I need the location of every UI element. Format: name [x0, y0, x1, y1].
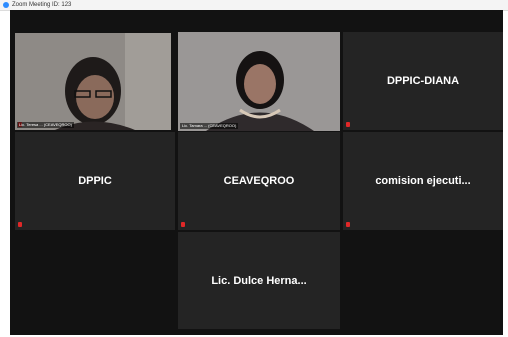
participant-tile-video[interactable]: Lic. Teresa ... (CEAVEQROO): [15, 33, 171, 130]
window-title: Zoom Meeting ID: 123: [12, 2, 72, 8]
participant-tile[interactable]: Lic. Dulce Herna...: [178, 232, 340, 329]
participant-name: DPPIC: [78, 175, 112, 187]
mic-muted-icon: [346, 122, 350, 127]
mic-muted-icon: [18, 222, 22, 227]
participant-tile-video-active-speaker[interactable]: Lic. Tamara ... (CEAVEQROO): [178, 32, 340, 131]
participant-name: comision ejecuti...: [375, 175, 471, 187]
zoom-icon: [3, 2, 9, 8]
participant-name: Lic. Tamara ... (CEAVEQROO): [180, 123, 239, 129]
participant-tile[interactable]: comision ejecuti...: [343, 132, 503, 230]
participant-video-frame: [15, 33, 171, 130]
participant-tile[interactable]: DPPIC: [15, 132, 175, 230]
participant-name: Lic. Teresa ... (CEAVEQROO): [17, 122, 74, 128]
mic-muted-icon: [181, 222, 185, 227]
mic-muted-icon: [346, 222, 350, 227]
participant-name: DPPIC-DIANA: [386, 75, 460, 87]
participant-name: CEAVEQROO: [223, 175, 295, 187]
participant-name: Lic. Dulce Herna...: [211, 274, 307, 287]
video-gallery: Lic. Teresa ... (CEAVEQROO) Lic. Tamara …: [10, 10, 503, 335]
participant-tile[interactable]: CEAVEQROO: [178, 132, 340, 230]
participant-video-frame: [178, 32, 340, 131]
participant-tile[interactable]: DPPIC-DIANA: [343, 32, 503, 130]
